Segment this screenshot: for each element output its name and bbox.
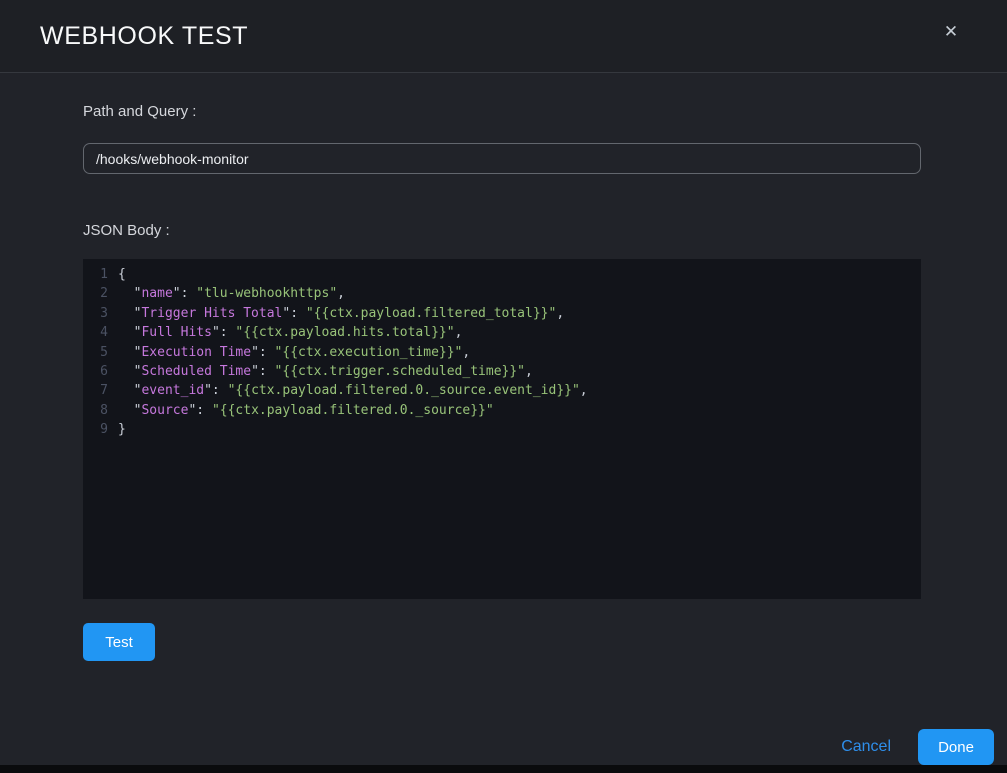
code-line: 1{ [83,265,921,284]
path-and-query-label: Path and Query : [83,103,921,120]
modal-footer: Cancel Done [841,729,994,765]
code-text: "Source": "{{ctx.payload.filtered.0._sou… [108,401,494,420]
code-line: 8 "Source": "{{ctx.payload.filtered.0._s… [83,401,921,420]
code-text: "name": "tlu-webhookhttps", [108,284,345,303]
test-button[interactable]: Test [83,623,155,661]
code-text: "Execution Time": "{{ctx.execution_time}… [108,343,470,362]
code-line: 2 "name": "tlu-webhookhttps", [83,284,921,303]
line-number: 5 [83,343,108,362]
code-line: 6 "Scheduled Time": "{{ctx.trigger.sched… [83,362,921,381]
code-text: "Trigger Hits Total": "{{ctx.payload.fil… [108,304,564,323]
screen: WEBHOOK TEST ✕ Path and Query : JSON Bod… [0,0,1007,773]
page-background-strip [0,765,1007,773]
code-text: { [108,265,126,284]
json-body-label: JSON Body : [83,222,921,239]
code-line: 3 "Trigger Hits Total": "{{ctx.payload.f… [83,304,921,323]
code-line: 7 "event_id": "{{ctx.payload.filtered.0.… [83,381,921,400]
line-number: 3 [83,304,108,323]
close-icon[interactable]: ✕ [940,21,962,43]
modal-body: Path and Query : JSON Body : 1{2 "name":… [0,103,1007,661]
code-text: "event_id": "{{ctx.payload.filtered.0._s… [108,381,588,400]
code-text: "Full Hits": "{{ctx.payload.hits.total}}… [108,323,462,342]
line-number: 6 [83,362,108,381]
code-text: } [108,420,126,439]
line-number: 2 [83,284,108,303]
webhook-test-modal: WEBHOOK TEST ✕ Path and Query : JSON Bod… [0,0,1007,765]
code-line: 9} [83,420,921,439]
line-number: 9 [83,420,108,439]
modal-title: WEBHOOK TEST [40,22,248,51]
code-line: 5 "Execution Time": "{{ctx.execution_tim… [83,343,921,362]
code-line: 4 "Full Hits": "{{ctx.payload.hits.total… [83,323,921,342]
line-number: 1 [83,265,108,284]
path-and-query-input[interactable] [83,143,921,174]
cancel-button[interactable]: Cancel [841,738,891,756]
line-number: 4 [83,323,108,342]
code-text: "Scheduled Time": "{{ctx.trigger.schedul… [108,362,533,381]
modal-header: WEBHOOK TEST ✕ [0,0,1007,73]
line-number: 8 [83,401,108,420]
code-editor[interactable]: 1{2 "name": "tlu-webhookhttps",3 "Trigge… [83,259,921,599]
done-button[interactable]: Done [918,729,994,765]
line-number: 7 [83,381,108,400]
